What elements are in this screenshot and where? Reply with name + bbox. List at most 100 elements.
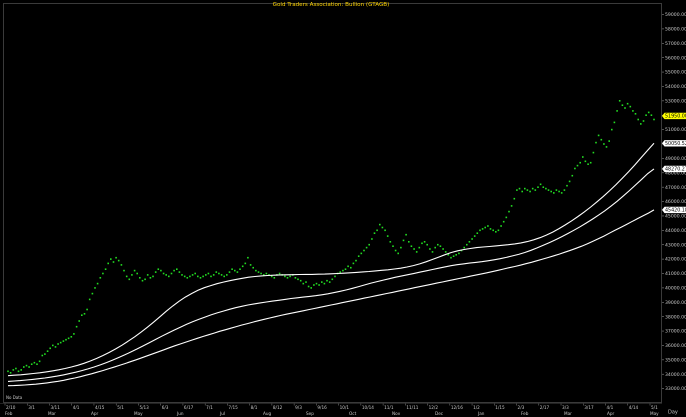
price-point [36, 363, 38, 365]
price-point [629, 105, 632, 108]
price-point [423, 241, 426, 243]
price-point [389, 241, 392, 243]
price-point [405, 233, 407, 236]
x-month-label: Jul [219, 411, 225, 416]
x-month-label: Jan [477, 411, 485, 416]
x-week-label: 8/12 [273, 405, 283, 410]
x-axis-panel: 2/10 3/1 3/11 4/1 4/15 5/1 5/13 6/3 6/17 7/1 7/15 8… [0, 403, 686, 417]
price-point [481, 228, 484, 230]
x-week-label: 1/2 [473, 405, 480, 410]
price-point [568, 180, 571, 183]
price-point [513, 197, 516, 200]
price-point [587, 163, 589, 165]
x-week-label: 8/1 [251, 405, 258, 410]
y-tick-label: 57000.00 [665, 41, 686, 47]
price-point [365, 246, 368, 249]
x-month-label: Apr [607, 411, 615, 416]
y-tick-label: 44000.00 [665, 228, 686, 234]
x-week-label: 11/11 [406, 405, 418, 410]
price-point [323, 282, 326, 285]
price-point [210, 275, 212, 278]
price-point [86, 308, 88, 311]
price-point [117, 259, 120, 262]
price-point [410, 245, 413, 247]
price-point [487, 225, 489, 227]
price-point [415, 251, 418, 253]
y-tick-label: 34000.00 [665, 372, 686, 378]
moving-average-line-2 [7, 168, 655, 382]
price-point [38, 360, 41, 363]
price-point [566, 184, 568, 187]
price-point [20, 369, 22, 371]
price-point [278, 272, 281, 275]
price-point [255, 269, 257, 272]
price-point [595, 141, 597, 144]
price-point [476, 232, 479, 234]
price-point [418, 246, 421, 249]
y-tick-label: 43000.00 [665, 242, 686, 248]
price-point [160, 269, 162, 272]
price-point [244, 262, 247, 265]
price-point [484, 226, 486, 229]
price-point [386, 235, 389, 237]
price-point [360, 252, 363, 255]
price-point [463, 246, 465, 249]
price-point [249, 264, 252, 266]
x-week-label: 4/15 [95, 405, 105, 410]
price-point [231, 268, 233, 270]
price-point [286, 277, 289, 279]
x-month-label: Jun [176, 411, 184, 416]
price-point [302, 282, 305, 285]
price-point [526, 189, 529, 191]
price-point [479, 229, 481, 232]
price-point [223, 275, 225, 278]
y-axis-svg: 33000.00 34000.00 35000.00 36000.00 37000.00… [662, 12, 686, 392]
price-point [534, 189, 537, 191]
price-point [257, 271, 260, 273]
price-point [199, 277, 202, 279]
price-point [510, 205, 513, 207]
price-point [608, 140, 610, 142]
x-month-label: May [134, 411, 143, 416]
y-tick-label: 59000.00 [665, 12, 686, 18]
price-point [574, 167, 576, 170]
price-point [529, 190, 531, 193]
price-point [15, 367, 17, 370]
price-badge-label: 45420.18 [665, 208, 686, 214]
plot-area[interactable]: No Data [3, 3, 662, 403]
x-week-label: 12/16 [451, 405, 463, 410]
price-point [392, 245, 394, 247]
y-tick-label: 37000.00 [665, 329, 686, 335]
price-point [260, 272, 262, 275]
y-tick-label: 45000.00 [665, 214, 686, 220]
price-point [25, 364, 28, 367]
price-point [154, 271, 157, 273]
price-point [9, 372, 12, 374]
price-point [597, 134, 600, 137]
price-point [326, 279, 328, 282]
price-point [62, 340, 65, 342]
price-point [83, 313, 86, 315]
price-point [44, 353, 46, 355]
price-point [471, 238, 473, 240]
y-tick-label: 36000.00 [665, 343, 686, 349]
price-point [397, 252, 399, 255]
price-point [473, 235, 476, 237]
price-point [653, 118, 655, 121]
price-point [183, 275, 186, 278]
price-point [508, 210, 510, 213]
x-month-label: Aug [263, 411, 272, 416]
x-week-label: 6/3 [162, 405, 169, 410]
price-point [202, 275, 204, 278]
price-point [442, 248, 444, 250]
x-week-label: 3/1 [28, 405, 35, 410]
price-point [521, 190, 523, 193]
price-point [239, 268, 241, 270]
y-tick-label: 58000.00 [665, 26, 686, 32]
x-month-label: Oct [349, 411, 357, 416]
no-data-label: No Data [6, 395, 23, 400]
price-point [144, 278, 146, 281]
price-point [112, 261, 115, 263]
price-point [621, 104, 624, 106]
price-point [542, 186, 545, 188]
